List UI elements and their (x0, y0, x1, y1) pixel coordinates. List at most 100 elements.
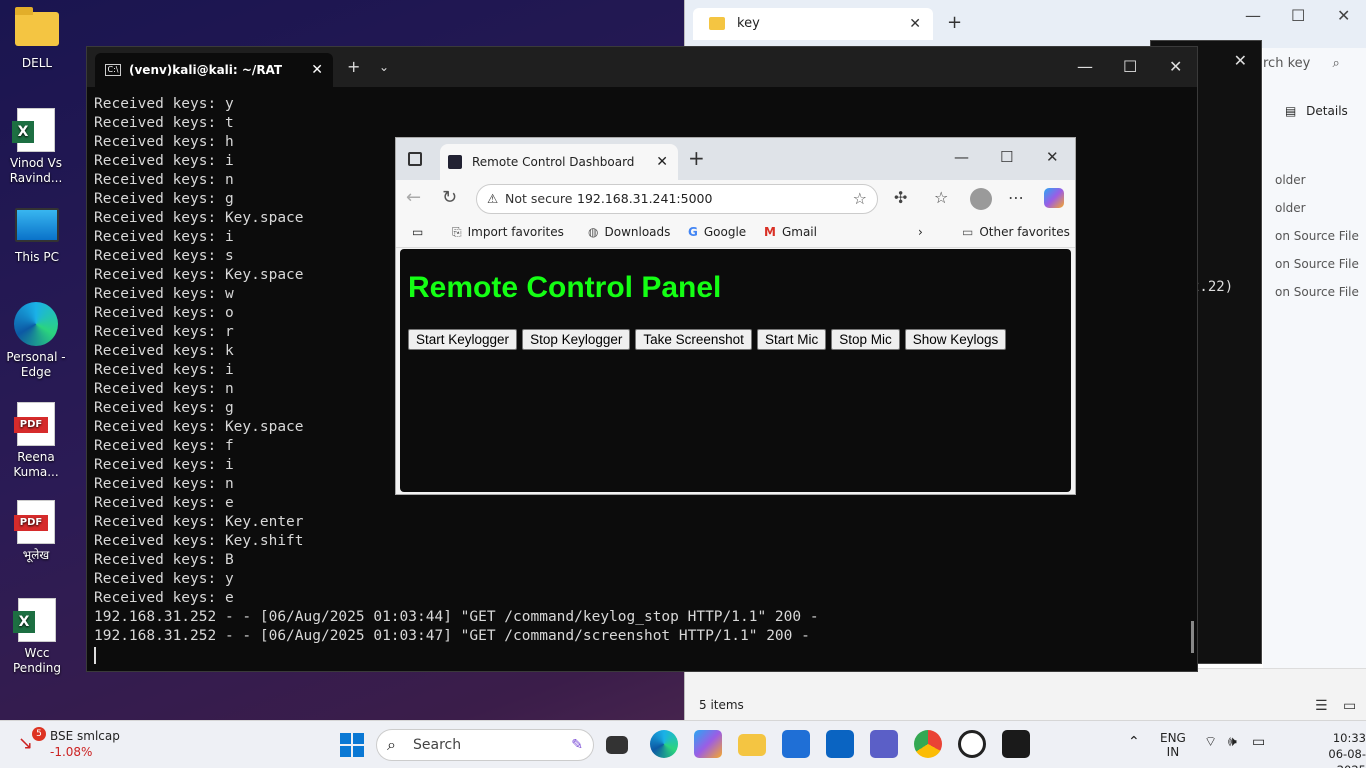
desktop-icon-bhulekh-pdf[interactable]: भूलेख (0, 500, 72, 563)
page-title: Remote Control Panel (408, 271, 722, 304)
excel-file-icon (13, 598, 56, 642)
chevron-up-icon[interactable]: ⌃ (1128, 735, 1140, 749)
more-icon[interactable]: ⋯ (1008, 188, 1024, 207)
security-label[interactable]: Not secure (505, 185, 572, 213)
terminal-line: Received keys: y (94, 571, 234, 587)
desktop-icon-label: भूलेख (22, 548, 50, 562)
maximize-icon[interactable]: ☐ (1291, 6, 1305, 25)
chevron-right-icon[interactable]: › (918, 225, 923, 239)
url-text: 192.168.31.241:5000 (577, 191, 713, 206)
stop-keylogger-button[interactable]: Stop Keylogger (522, 329, 631, 350)
pdf-file-icon (14, 500, 55, 544)
item-count: 5 items (699, 698, 744, 712)
close-icon[interactable]: ✕ (909, 8, 921, 40)
show-keylogs-button[interactable]: Show Keylogs (904, 329, 1007, 350)
terminal-tab[interactable]: C:\ (venv)kali@kali: ~/RAT ✕ (95, 53, 333, 87)
close-icon[interactable]: ✕ (1169, 57, 1182, 76)
file-type-cell: older (1275, 173, 1306, 187)
notification-badge: 5 (32, 727, 46, 741)
close-icon[interactable]: ✕ (656, 144, 668, 180)
tab-actions-icon[interactable] (408, 152, 422, 166)
refresh-icon[interactable]: ↻ (442, 187, 457, 208)
desktop-icon-dell[interactable]: DELL (1, 7, 73, 71)
chatgpt-taskbar-icon[interactable] (958, 730, 986, 758)
favorite-label: Downloads (604, 225, 671, 239)
favorite-other[interactable]: ▭ Other favorites (962, 225, 1070, 239)
start-keylogger-button[interactable]: Start Keylogger (408, 329, 518, 350)
close-icon[interactable]: ✕ (1046, 148, 1059, 166)
wifi-icon[interactable]: ⌔ (1204, 735, 1217, 749)
address-bar[interactable]: ⚠ Not secure 192.168.31.241:5000 ☆ (476, 184, 878, 214)
maximize-icon[interactable]: ☐ (1123, 57, 1137, 76)
start-button[interactable] (340, 733, 364, 757)
copilot-taskbar-icon[interactable] (694, 730, 722, 758)
desktop-icon-personal-edge[interactable]: Personal - Edge (0, 302, 72, 380)
minimize-icon[interactable]: — (954, 148, 969, 166)
favorites-icon[interactable]: ☆ (934, 188, 948, 207)
minimize-icon[interactable]: — (1077, 57, 1093, 76)
terminal-line: 192.168.31.252 - - [06/Aug/2025 01:03:47… (94, 628, 810, 644)
taskbar: ↘ 5 BSE smlcap -1.08% ⌕ Search ✎ ⌃ ENG I… (0, 720, 1366, 768)
outlook-taskbar-icon[interactable] (826, 730, 854, 758)
explorer-status-bar (685, 668, 1366, 720)
close-icon[interactable]: ✕ (1337, 6, 1350, 25)
terminal-prompt-line[interactable] (94, 646, 1187, 665)
explorer-right-pane (1263, 48, 1366, 688)
windows-logo-pane (340, 746, 351, 757)
file-explorer-taskbar-icon[interactable] (738, 734, 766, 756)
tile-view-icon[interactable]: ▭ (1343, 698, 1356, 714)
desktop-icon-this-pc[interactable]: This PC (1, 208, 73, 265)
maximize-icon[interactable]: ☐ (1000, 148, 1013, 166)
close-icon[interactable]: ✕ (1234, 51, 1247, 70)
back-arrow-icon[interactable]: ← (406, 187, 421, 208)
favorite-import[interactable]: ⎘ Import favorites (452, 225, 564, 240)
star-icon[interactable]: ☆ (853, 185, 867, 213)
globe-icon: ◍ (588, 225, 599, 239)
stop-mic-button[interactable]: Stop Mic (831, 329, 900, 350)
terminal-tab-title: (venv)kali@kali: ~/RAT (129, 63, 283, 77)
language-code: ENG (1160, 731, 1186, 745)
explorer-tab-key[interactable]: key ✕ (693, 8, 933, 40)
teams-taskbar-icon[interactable] (870, 730, 898, 758)
browser-tab-dashboard[interactable]: Remote Control Dashboard ✕ (440, 144, 678, 180)
desktop-icon-label: Vinod Vs Ravind... (9, 156, 63, 185)
start-mic-button[interactable]: Start Mic (756, 329, 827, 350)
minimize-icon[interactable]: — (1245, 6, 1261, 25)
profile-avatar[interactable] (970, 188, 992, 210)
extensions-icon[interactable]: ✣ (894, 188, 907, 207)
copilot-icon[interactable] (1044, 188, 1064, 208)
terminal-scrollbar[interactable] (1191, 621, 1194, 653)
taskbar-search[interactable]: ⌕ Search ✎ (376, 729, 594, 761)
favorite-gmail[interactable]: M Gmail (764, 225, 817, 239)
explorer-search-input[interactable]: rch key ⌕ (1263, 56, 1340, 71)
battery-icon[interactable]: ▭ (1252, 735, 1265, 749)
new-tab-icon[interactable]: + (947, 12, 962, 33)
close-icon[interactable]: ✕ (311, 53, 323, 87)
new-tab-icon[interactable]: + (347, 57, 360, 76)
favorite-google[interactable]: G Google (688, 225, 746, 239)
task-view-icon[interactable] (606, 736, 628, 754)
chevron-down-icon[interactable]: ⌄ (379, 60, 389, 74)
details-button[interactable]: ▤ Details (1285, 104, 1348, 118)
desktop-icon-label: Personal - Edge (6, 350, 66, 379)
take-screenshot-button[interactable]: Take Screenshot (635, 329, 752, 350)
favorite-label: Import favorites (467, 225, 564, 239)
language-indicator[interactable]: ENG IN (1160, 731, 1186, 759)
this-pc-icon (15, 208, 59, 242)
chrome-taskbar-icon[interactable] (914, 730, 942, 758)
list-view-icon[interactable]: ☰ (1315, 698, 1328, 714)
desktop-icon-wcc-pending[interactable]: Wcc Pending (1, 598, 73, 676)
edge-taskbar-icon[interactable] (650, 730, 678, 758)
reader-icon[interactable]: ▭ (412, 225, 423, 239)
terminal-taskbar-icon[interactable] (1002, 730, 1030, 758)
new-tab-icon[interactable]: + (688, 146, 705, 170)
file-type-cell: older (1275, 201, 1306, 215)
page-content: Remote Control Panel Start Keylogger Sto… (400, 249, 1071, 492)
favorite-downloads[interactable]: ◍ Downloads (588, 225, 670, 239)
desktop-icon-vinod-xls[interactable]: Vinod Vs Ravind... (0, 108, 72, 186)
clock[interactable]: 10:33 06-08-2025 (1310, 730, 1366, 768)
store-taskbar-icon[interactable] (782, 730, 810, 758)
copilot-highlight-icon: ✎ (571, 737, 583, 753)
volume-icon[interactable]: 🕪 (1228, 735, 1237, 749)
desktop-icon-reena-pdf[interactable]: Reena Kuma... (0, 402, 72, 480)
